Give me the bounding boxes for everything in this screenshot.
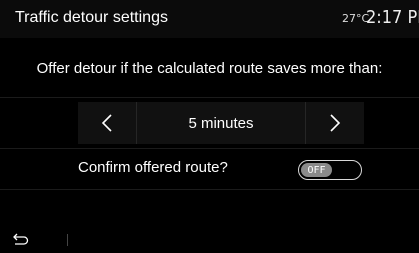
footer-bar — [0, 224, 419, 253]
detour-time-value: 5 minutes — [188, 114, 254, 132]
divider — [0, 97, 419, 98]
confirm-route-toggle[interactable]: OFF — [298, 160, 362, 180]
divider — [67, 234, 68, 246]
header-bar: Traffic detour settings 27°C 2:17 PM — [0, 0, 419, 38]
back-button[interactable] — [12, 230, 30, 248]
back-arrow-icon — [13, 233, 29, 245]
confirm-route-label: Confirm offered route? — [78, 159, 228, 176]
increase-button[interactable] — [306, 102, 364, 144]
divider — [0, 148, 419, 149]
divider — [0, 189, 419, 190]
chevron-left-icon — [101, 114, 112, 132]
chevron-right-icon — [330, 114, 341, 132]
toggle-knob: OFF — [301, 163, 332, 177]
decrease-button[interactable] — [78, 102, 136, 144]
page-title: Traffic detour settings — [15, 9, 168, 26]
detour-question: Offer detour if the calculated route sav… — [36, 60, 383, 77]
detour-time-selector: 5 minutes — [78, 102, 364, 144]
clock: 2:17 PM — [366, 7, 419, 28]
